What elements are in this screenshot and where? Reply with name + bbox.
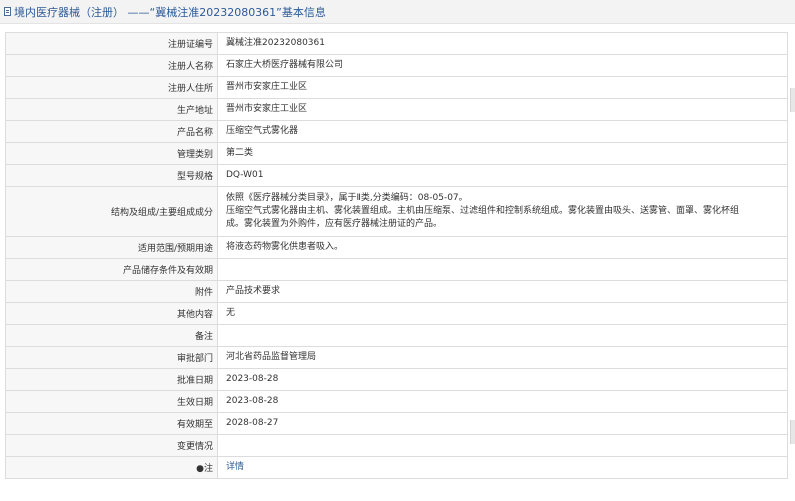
row-label: 审批部门 [5, 346, 218, 369]
record-title: “冀械注准20232080361”基本信息 [149, 5, 326, 19]
table-row: 变更情况 [5, 434, 788, 457]
row-value [217, 258, 788, 281]
table-row: 注册证编号 冀械注准20232080361 [5, 32, 788, 55]
row-value: 详情 [217, 456, 788, 479]
row-label: 其他内容 [5, 302, 218, 325]
row-label: 产品名称 [5, 120, 218, 143]
table-row: 生产地址 晋州市安家庄工业区 [5, 98, 788, 121]
value-line: 成。雾化装置为外购件，应有医疗器械注册证的产品。 [226, 219, 443, 229]
row-label: 生效日期 [5, 390, 218, 413]
table-row: 产品储存条件及有效期 [5, 258, 788, 281]
row-label: 注册证编号 [5, 32, 218, 55]
table-row: 结构及组成/主要组成成分 依照《医疗器械分类目录》，属于Ⅱ类,分类编码：08-0… [5, 186, 788, 237]
row-label: 附件 [5, 280, 218, 303]
row-value: 将液态药物雾化供患者吸入。 [217, 236, 788, 259]
row-label: 适用范围/预期用途 [5, 236, 218, 259]
breadcrumb-separator: —— [124, 5, 150, 19]
row-label: 注册人住所 [5, 76, 218, 99]
row-label: 备注 [5, 324, 218, 347]
row-value: DQ-W01 [217, 164, 788, 187]
row-value: 冀械注准20232080361 [217, 32, 788, 55]
table-row: ●注 详情 [5, 456, 788, 479]
table-row: 有效期至 2028-08-27 [5, 412, 788, 435]
row-label: 批准日期 [5, 368, 218, 391]
table-row: 批准日期 2023-08-28 [5, 368, 788, 391]
page-title-bar: 境内医疗器械（注册） ——“冀械注准20232080361”基本信息 [0, 0, 795, 24]
row-value: 无 [217, 302, 788, 325]
row-value: 晋州市安家庄工业区 [217, 98, 788, 121]
side-scroll-tab[interactable] [790, 420, 795, 444]
table-row: 管理类别 第二类 [5, 142, 788, 165]
row-label: 产品储存条件及有效期 [5, 258, 218, 281]
table-row: 产品名称 压缩空气式雾化器 [5, 120, 788, 143]
row-value [217, 324, 788, 347]
row-value [217, 434, 788, 457]
row-value: 石家庄大桥医疗器械有限公司 [217, 54, 788, 77]
row-label: 注册人名称 [5, 54, 218, 77]
row-label: 结构及组成/主要组成成分 [5, 186, 218, 237]
row-value: 2028-08-27 [217, 412, 788, 435]
table-row: 适用范围/预期用途 将液态药物雾化供患者吸入。 [5, 236, 788, 259]
note-label: ●注 [5, 456, 218, 479]
side-scroll-tab[interactable] [790, 88, 795, 112]
row-value-multiline: 依照《医疗器械分类目录》，属于Ⅱ类,分类编码：08-05-07。 压缩空气式雾化… [217, 186, 788, 237]
table-row: 注册人名称 石家庄大桥医疗器械有限公司 [5, 54, 788, 77]
document-icon [4, 7, 11, 16]
value-line: 依照《医疗器械分类目录》，属于Ⅱ类,分类编码：08-05-07。 [226, 193, 468, 203]
page-title: 境内医疗器械（注册） ——“冀械注准20232080361”基本信息 [14, 4, 326, 20]
detail-table: 注册证编号 冀械注准20232080361 注册人名称 石家庄大桥医疗器械有限公… [5, 32, 788, 479]
row-label: 生产地址 [5, 98, 218, 121]
row-label: 有效期至 [5, 412, 218, 435]
row-value: 压缩空气式雾化器 [217, 120, 788, 143]
table-row: 附件 产品技术要求 [5, 280, 788, 303]
table-row: 备注 [5, 324, 788, 347]
table-row: 其他内容 无 [5, 302, 788, 325]
row-label: 型号规格 [5, 164, 218, 187]
row-value: 产品技术要求 [217, 280, 788, 303]
row-label: 管理类别 [5, 142, 218, 165]
row-value: 晋州市安家庄工业区 [217, 76, 788, 99]
table-row: 注册人住所 晋州市安家庄工业区 [5, 76, 788, 99]
table-row: 审批部门 河北省药品监督管理局 [5, 346, 788, 369]
table-row: 生效日期 2023-08-28 [5, 390, 788, 413]
table-row: 型号规格 DQ-W01 [5, 164, 788, 187]
details-link[interactable]: 详情 [226, 462, 244, 472]
row-value: 2023-08-28 [217, 368, 788, 391]
row-value: 河北省药品监督管理局 [217, 346, 788, 369]
breadcrumb-category[interactable]: 境内医疗器械（注册） [14, 6, 124, 19]
row-value: 第二类 [217, 142, 788, 165]
row-label: 变更情况 [5, 434, 218, 457]
row-value: 2023-08-28 [217, 390, 788, 413]
value-line: 压缩空气式雾化器由主机、雾化装置组成。主机由压缩泵、过滤组件和控制系统组成。雾化… [226, 206, 740, 216]
